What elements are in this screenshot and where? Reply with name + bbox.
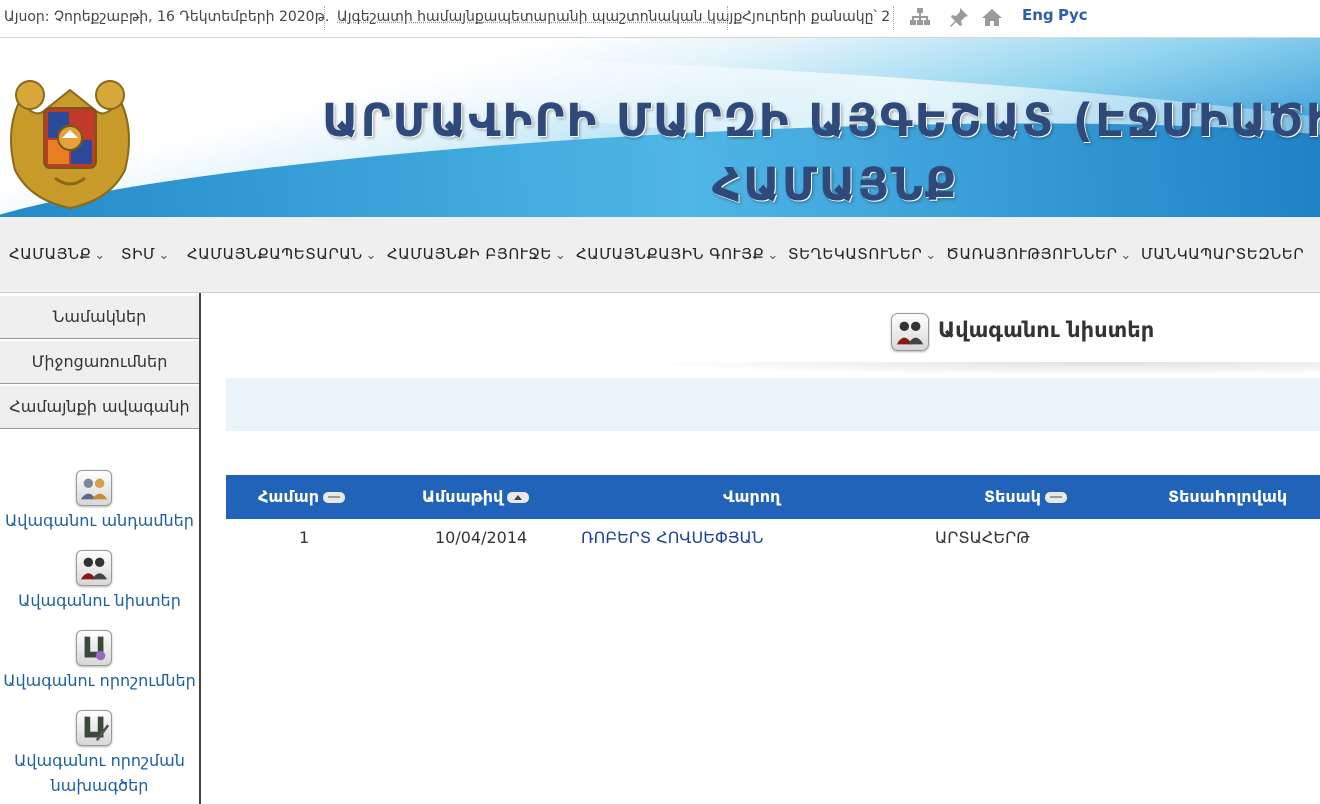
site-banner: ԱՐՄԱՎԻՐԻ ՄԱՐԶԻ ԱՅԳԵՇԱՏ (ԷՋՄԻԱԾԻՆ ՀԱՄԱՅՆՔ xyxy=(0,38,1320,217)
heading-divider xyxy=(600,362,1320,376)
coat-of-arms-icon[interactable] xyxy=(0,60,140,210)
sort-icon[interactable] xyxy=(1044,492,1067,503)
sort-icon[interactable] xyxy=(323,492,346,503)
column-type[interactable]: Տեսակ xyxy=(984,475,1067,519)
nav-item-kindergartens[interactable]: ՄԱՆԿԱՊԱՐՏԵԶՆԵՐ xyxy=(1141,245,1304,263)
divider xyxy=(727,6,728,30)
banner-title-line1: ԱՐՄԱՎԻՐԻ ՄԱՐԶԻ ԱՅԳԵՇԱՏ (ԷՋՄԻԱԾԻՆ xyxy=(322,94,1320,147)
chevron-down-icon: ⌄ xyxy=(158,248,170,263)
divider xyxy=(893,6,894,30)
column-label: Տեսակ xyxy=(984,487,1041,506)
nav-label: ԾԱՌԱՅՈՒԹՅՈՒՆՆԵՐ xyxy=(946,245,1118,263)
sidebar-link-sessions[interactable]: Ավագանու նիստեր xyxy=(0,589,199,613)
cell-date: 10/04/2014 xyxy=(435,528,528,547)
chevron-down-icon: ⌄ xyxy=(767,248,779,263)
column-label: Ամսաթիվ xyxy=(422,487,504,506)
main-navigation: ՀԱՄԱՅՆՔ ⌄ ՏԻՄ ⌄ ՀԱՄԱՅՆՔԱՊԵՏԱՐԱՆ ⌄ ՀԱՄԱՅՆՔԻ … xyxy=(0,217,1320,293)
sidebar-link-decisions[interactable]: Ավագանու որոշումներ xyxy=(0,669,199,693)
chevron-down-icon: ⌄ xyxy=(554,248,567,263)
draft-decisions-icon[interactable] xyxy=(76,710,112,746)
nav-item-info[interactable]: ՏԵՂԵԿԱՏՈՒՆԵՐ ⌄ xyxy=(788,245,937,263)
sidebar-link-draft-decisions[interactable]: նախագծեր xyxy=(0,774,199,798)
cell-number: 1 xyxy=(299,528,310,547)
nav-item-municipality[interactable]: ՀԱՄԱՅՆՔԱՊԵՏԱՐԱՆ ⌄ xyxy=(187,245,377,263)
column-chair[interactable]: Վարող xyxy=(723,475,780,519)
cell-type: ԱՐՏԱՀԵՐԹ xyxy=(935,528,1030,547)
visitor-count: Հյուրերի քանակը՝ 2 xyxy=(742,9,891,25)
table-header: Համար Ամսաթիվ Վարող Տեսակ Տեսաhոլովակ xyxy=(226,475,1320,519)
sort-ascending-icon[interactable] xyxy=(507,492,530,503)
sidebar-button-letters[interactable]: Նամակներ xyxy=(0,295,199,339)
nav-item-budget[interactable]: ՀԱՄԱՅՆՔԻ ԲՅՈՒՋԵ ⌄ xyxy=(387,245,566,263)
column-number[interactable]: Համար xyxy=(258,475,346,519)
sidebar-button-events[interactable]: Միջոցառումներ xyxy=(0,340,199,384)
language-english[interactable]: Eng xyxy=(1022,6,1054,24)
nav-label: ՀԱՄԱՅՆՔԱՅԻՆ ԳՈՒՅՔ xyxy=(576,245,765,263)
nav-label: ՀԱՄԱՅՆՔ xyxy=(9,245,92,263)
top-info-bar: Այսօր: Չորեքշաբթի, 16 Դեկտեմբերի 2020թ. … xyxy=(0,0,1320,38)
nav-item-property[interactable]: ՀԱՄԱՅՆՔԱՅԻՆ ԳՈՒՅՔ ⌄ xyxy=(576,245,779,263)
nav-item-services[interactable]: ԾԱՌԱՅՈՒԹՅՈՒՆՆԵՐ ⌄ xyxy=(946,245,1132,263)
sidebar-link-draft-decisions[interactable]: Ավագանու որոշման xyxy=(0,749,199,773)
nav-label: ՀԱՄԱՅՆՔԻ ԲՅՈՒՋԵ xyxy=(387,245,552,263)
nav-label: ՏԵՂԵԿԱՏՈՒՆԵՐ xyxy=(788,245,923,263)
chevron-down-icon: ⌄ xyxy=(925,248,937,263)
banner-title-line2: ՀԱՄԱՅՆՔ xyxy=(712,158,959,211)
current-date: Այսօր: Չորեքշաբթի, 16 Դեկտեմբերի 2020թ. xyxy=(4,9,330,25)
official-site-link[interactable]: Այգեշատի համայնքապետարանի պաշտոնական կայ… xyxy=(337,9,742,25)
nav-label: ՏԻՄ xyxy=(121,245,156,263)
sidebar-link-members[interactable]: Ավագանու անդամներ xyxy=(0,509,199,533)
column-date[interactable]: Ամսաթիվ xyxy=(422,475,530,519)
nav-item-community[interactable]: ՀԱՄԱՅՆՔ ⌄ xyxy=(9,245,106,263)
column-label: Համար xyxy=(258,487,320,506)
nav-label: ՀԱՄԱՅՆՔԱՊԵՏԱՐԱՆ xyxy=(187,245,363,263)
sitemap-icon[interactable] xyxy=(908,6,932,28)
decisions-icon[interactable] xyxy=(76,630,112,666)
language-russian[interactable]: Рус xyxy=(1058,6,1088,24)
nav-item-lsg[interactable]: ՏԻՄ ⌄ xyxy=(121,245,170,263)
pin-icon[interactable] xyxy=(946,6,970,28)
sidebar-button-council[interactable]: Համայնքի ավագանի xyxy=(0,385,199,429)
chevron-down-icon: ⌄ xyxy=(365,248,378,263)
left-sidebar: Նամակներ Միջոցառումներ Համայնքի ավագանի … xyxy=(0,293,201,804)
sessions-icon xyxy=(891,313,929,351)
column-video[interactable]: Տեսաhոլովակ xyxy=(1168,475,1287,519)
page-title: Ավագանու նիստեր xyxy=(938,318,1155,342)
filter-bar xyxy=(226,378,1320,431)
home-icon[interactable] xyxy=(980,6,1004,28)
cell-chair-link[interactable]: ՌՈԲԵՐՏ ՀՈՎՍԵՓՅԱՆ xyxy=(581,528,763,547)
chevron-down-icon: ⌄ xyxy=(94,248,106,263)
divider xyxy=(324,6,325,30)
chevron-down-icon: ⌄ xyxy=(1120,248,1132,263)
members-icon[interactable] xyxy=(76,470,112,506)
sessions-icon[interactable] xyxy=(76,550,112,586)
nav-label: ՄԱՆԿԱՊԱՐՏԵԶՆԵՐ xyxy=(1141,245,1305,263)
